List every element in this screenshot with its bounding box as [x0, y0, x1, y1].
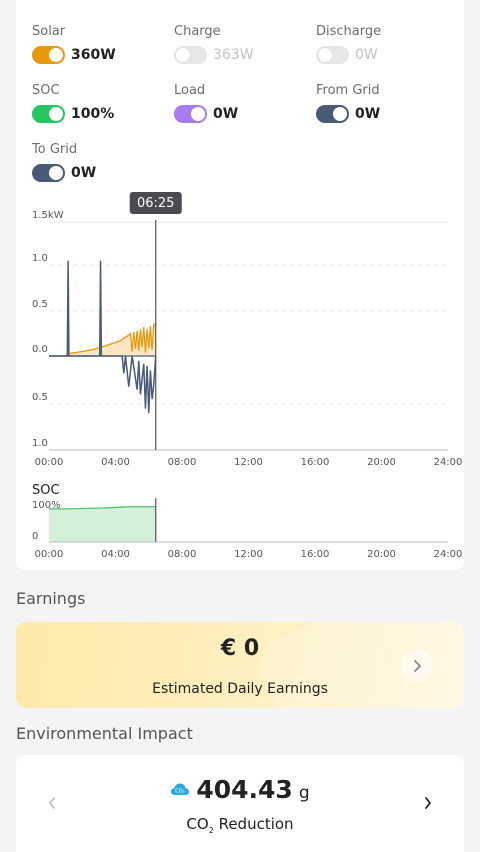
- toggle-label: Charge: [174, 24, 221, 39]
- charge-switch[interactable]: [174, 46, 207, 64]
- toggle-label: SOC: [32, 83, 60, 98]
- toggle-value: 0W: [355, 106, 381, 122]
- x-tick-label: 12:00: [234, 549, 263, 560]
- earnings-card[interactable]: € 0 Estimated Daily Earnings: [16, 622, 464, 708]
- x-tick-label: 20:00: [367, 549, 396, 560]
- x-tick-label: 08:00: [168, 549, 197, 560]
- chart-card: Solar 360W Charge 363W Discharge 0W SOC …: [16, 0, 464, 570]
- tooltip-time: 06:25: [137, 196, 174, 211]
- chevron-right-icon[interactable]: [416, 791, 440, 815]
- toggle-label: Load: [174, 83, 206, 98]
- x-tick-label: 04:00: [101, 549, 130, 560]
- x-tick-label: 00:00: [35, 457, 64, 468]
- co2-unit: g: [298, 783, 310, 803]
- y-tick-label: 0.0: [32, 344, 48, 355]
- y-tick-label: 1.0: [32, 253, 48, 264]
- y-tick-label: 0.5: [32, 299, 48, 310]
- toggle-value: 360W: [71, 47, 116, 63]
- chevron-right-icon[interactable]: [401, 650, 433, 682]
- toggle-value: 100%: [71, 106, 115, 122]
- x-tick-label: 08:00: [168, 457, 197, 468]
- co2-value: 404.43: [196, 775, 293, 804]
- soc-chart-title: SOC: [32, 483, 60, 498]
- soc-area: [49, 506, 156, 542]
- toggle-label: From Grid: [316, 83, 380, 98]
- x-tick-label: 12:00: [234, 457, 263, 468]
- earnings-section-title: Earnings: [16, 589, 86, 608]
- co2-label: CO2 Reduction: [186, 815, 294, 835]
- toggle-label: To Grid: [32, 142, 78, 157]
- soc-switch[interactable]: [32, 105, 65, 123]
- x-tick-label: 24:00: [434, 457, 463, 468]
- toggle-label: Solar: [32, 24, 66, 39]
- y-tick-label: 0: [32, 531, 38, 542]
- discharge-switch[interactable]: [316, 46, 349, 64]
- earnings-value: € 0: [220, 636, 260, 661]
- solar-switch[interactable]: [32, 46, 65, 64]
- power-chart[interactable]: 1.5kW 1.0 0.5 0.0 0.5 1.0 06:25 00:00 04:00 08:00…: [16, 190, 464, 470]
- y-tick-label: 1.5kW: [32, 210, 64, 221]
- x-tick-label: 20:00: [367, 457, 396, 468]
- from-grid-switch[interactable]: [316, 105, 349, 123]
- x-tick-label: 04:00: [101, 457, 130, 468]
- toggle-value: 0W: [355, 47, 378, 63]
- environment-card: CO₂ 404.43 g CO2 Reduction: [16, 755, 464, 852]
- earnings-label: Estimated Daily Earnings: [152, 681, 328, 697]
- x-tick-label: 24:00: [434, 549, 463, 560]
- cloud-co2-icon: CO₂: [171, 783, 190, 795]
- co2-badge-text: CO₂: [176, 789, 185, 795]
- toggle-value: 0W: [71, 165, 97, 181]
- load-switch[interactable]: [174, 105, 207, 123]
- y-tick-label: 1.0: [32, 438, 48, 449]
- to-grid-switch[interactable]: [32, 164, 65, 182]
- x-tick-label: 16:00: [301, 549, 330, 560]
- y-tick-label: 0.5: [32, 392, 48, 403]
- toggle-value: 363W: [213, 47, 254, 63]
- environment-section-title: Environmental Impact: [16, 724, 193, 743]
- soc-chart: SOC100%000:00 04:00 08:00 12:00 16:00 20:00 24…: [32, 483, 463, 560]
- toggle-value: 0W: [213, 106, 239, 122]
- toggle-label: Discharge: [316, 24, 382, 39]
- x-tick-label: 00:00: [35, 549, 64, 560]
- x-tick-label: 16:00: [301, 457, 330, 468]
